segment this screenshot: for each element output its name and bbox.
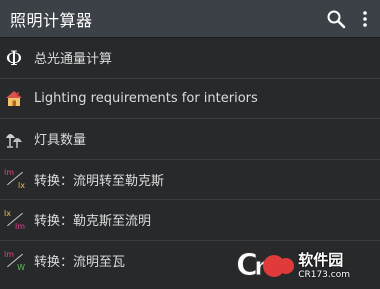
search-button[interactable] xyxy=(322,0,350,38)
phi-icon: Φ xyxy=(5,45,23,70)
house-icon xyxy=(3,87,25,109)
watermark-logo-icon: C r xyxy=(236,248,295,281)
list-item-label: 灯具数量 xyxy=(34,133,87,149)
watermark: C r 软件园 CR173.com xyxy=(236,247,350,282)
app-bar: 照明计算器 xyxy=(0,0,380,38)
list-item-total-flux[interactable]: Φ 总光通量计算 xyxy=(0,38,380,79)
search-icon xyxy=(327,10,346,28)
lx-lm-icon: lx lm xyxy=(4,208,25,231)
app-title: 照明计算器 xyxy=(10,10,93,30)
lamp-icon xyxy=(3,128,25,150)
list-item-convert-lx-lm[interactable]: lx lm 转换：勒克斯至流明 xyxy=(0,200,380,241)
lm-w-icon: lm W xyxy=(4,249,25,272)
list-item-interior-requirements[interactable]: Lighting requirements for interiors xyxy=(0,79,380,119)
list-item-label: 总光通量计算 xyxy=(34,52,113,68)
lm-lx-icon: lm lx xyxy=(4,168,25,191)
more-vert-icon xyxy=(363,10,367,27)
watermark-subtitle: CR173.com xyxy=(298,269,350,280)
list-item-label: 转换：流明至瓦 xyxy=(34,255,126,271)
list-item-label: Lighting requirements for interiors xyxy=(34,90,258,106)
watermark-title: 软件园 xyxy=(298,250,344,269)
list-item-label: 转换：勒克斯至流明 xyxy=(34,214,152,230)
list-item-label: 转换：流明转至勒克斯 xyxy=(34,173,165,189)
list-item-luminaire-count[interactable]: 灯具数量 xyxy=(0,119,380,160)
list-item-convert-lm-lx[interactable]: lm lx 转换：流明转至勒克斯 xyxy=(0,160,380,200)
menu-list: Φ 总光通量计算 Lighting requirements for inter… xyxy=(0,38,380,281)
overflow-menu-button[interactable] xyxy=(356,0,374,38)
